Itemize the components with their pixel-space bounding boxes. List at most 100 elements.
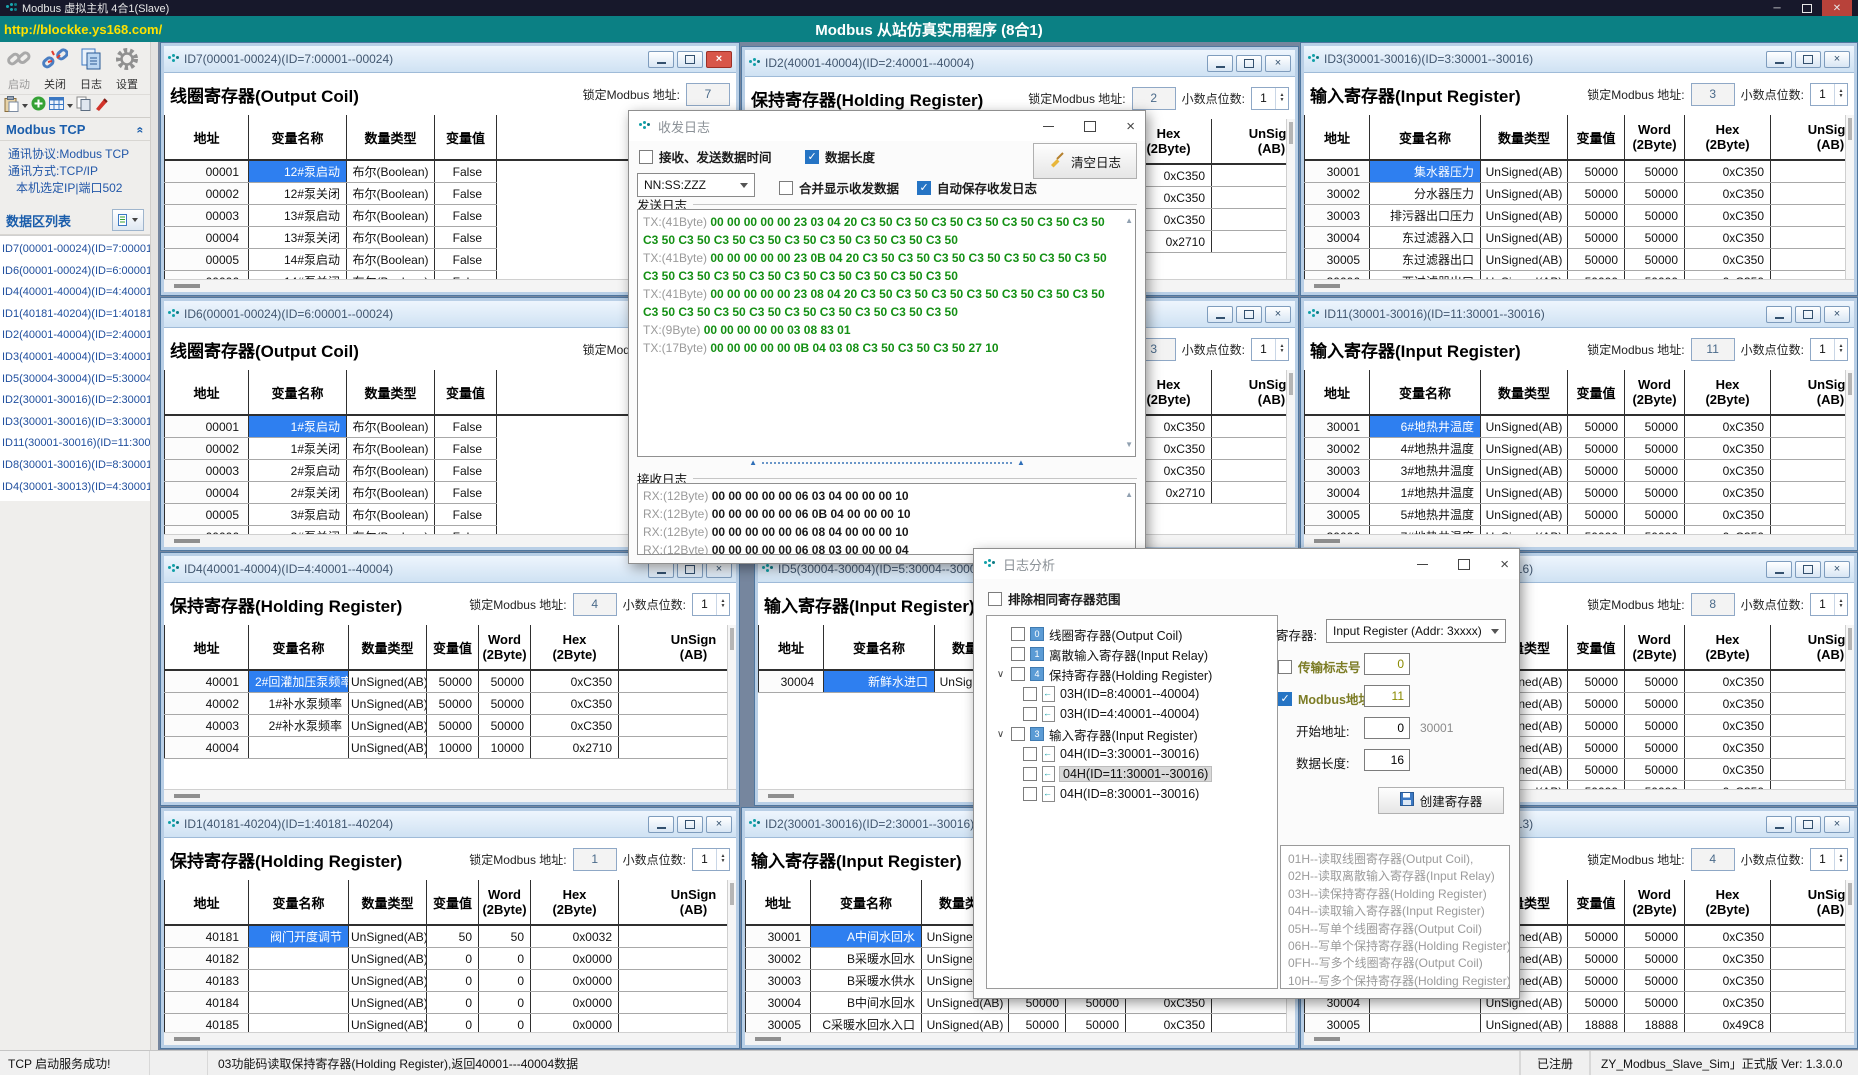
cell-type[interactable]: UnSigned(AB) bbox=[349, 715, 427, 737]
exclude-checkbox[interactable] bbox=[988, 592, 1002, 606]
cell-name[interactable]: 东过滤器入口 bbox=[1370, 227, 1481, 249]
cell-address[interactable]: 00001 bbox=[165, 415, 249, 438]
table-row[interactable]: 30001集水器压力UnSigned(AB)50000500000xC350 bbox=[1305, 160, 1855, 183]
cell-address[interactable]: 30002 bbox=[746, 948, 811, 970]
cell-value[interactable] bbox=[1771, 925, 1855, 948]
cell-name[interactable]: 3#泵启动 bbox=[249, 504, 347, 526]
cell-type[interactable]: 布尔(Boolean) bbox=[347, 482, 435, 504]
cell-name[interactable]: 13#泵启动 bbox=[249, 205, 347, 227]
cell-address[interactable]: 40003 bbox=[165, 715, 249, 737]
cell-value[interactable]: 0xC350 bbox=[1685, 948, 1771, 970]
cell-name[interactable]: 4#地热井温度 bbox=[1370, 438, 1481, 460]
cell-value[interactable]: 50000 bbox=[1625, 249, 1685, 271]
cell-value[interactable] bbox=[1771, 693, 1855, 715]
cell-value[interactable]: 50000 bbox=[1625, 925, 1685, 948]
cell-value[interactable]: 0 bbox=[479, 948, 531, 970]
clear-log-button[interactable]: 清空日志 bbox=[1033, 143, 1137, 179]
cell-value[interactable]: False bbox=[435, 415, 497, 438]
dialog-close-button[interactable]: × bbox=[1126, 119, 1135, 134]
close-button[interactable]: × bbox=[1824, 816, 1850, 833]
cell-name[interactable]: 集水器压力 bbox=[1370, 160, 1481, 183]
cell-value[interactable]: 0x2710 bbox=[531, 737, 619, 759]
data-length-checkbox[interactable] bbox=[805, 150, 819, 164]
cell-name[interactable]: 1#泵启动 bbox=[249, 415, 347, 438]
cell-address[interactable]: 40183 bbox=[165, 970, 249, 992]
cell-value[interactable]: 0 bbox=[479, 992, 531, 1014]
cell-name[interactable]: 13#泵关闭 bbox=[249, 227, 347, 249]
log-splitter[interactable]: ▲ ▲ bbox=[629, 459, 1145, 467]
cell-type[interactable]: UnSigned(AB) bbox=[1481, 482, 1568, 504]
cell-value[interactable]: 0xC350 bbox=[1685, 759, 1771, 781]
decimal-spinner[interactable]: 1▲▼ bbox=[1810, 593, 1848, 616]
cell-value[interactable]: False bbox=[435, 183, 497, 205]
cell-value[interactable]: False bbox=[435, 249, 497, 271]
splitter-left-arrow-icon[interactable]: ▲ bbox=[749, 459, 757, 467]
dialog-minimize-button[interactable] bbox=[1043, 126, 1054, 127]
paste-icon[interactable] bbox=[4, 96, 19, 117]
cell-value[interactable]: 50000 bbox=[1625, 759, 1685, 781]
cell-value[interactable]: 50000 bbox=[1625, 205, 1685, 227]
cell-value[interactable] bbox=[1212, 231, 1296, 253]
tree-checkbox[interactable] bbox=[1011, 627, 1025, 641]
data-area-list-item[interactable]: ID2(30001-30016)(ID=2:30001- bbox=[2, 390, 150, 412]
cell-value[interactable]: 50000 bbox=[479, 693, 531, 715]
cell-value[interactable]: 50000 bbox=[1625, 670, 1685, 693]
paste-dropdown-arrow[interactable] bbox=[22, 104, 28, 108]
table-row[interactable]: 300024#地热井温度UnSigned(AB)50000500000xC350 bbox=[1305, 438, 1855, 460]
cell-name[interactable]: A中间水回水 bbox=[811, 925, 922, 948]
cell-name[interactable] bbox=[249, 737, 349, 759]
spinner-arrows-icon[interactable]: ▲▼ bbox=[1834, 339, 1847, 360]
restore-button[interactable] bbox=[1795, 51, 1821, 68]
cell-value[interactable] bbox=[1771, 992, 1855, 1014]
collapse-chevron-icon[interactable]: « bbox=[134, 126, 148, 133]
cell-value[interactable]: 50000 bbox=[1625, 693, 1685, 715]
cell-type[interactable]: 布尔(Boolean) bbox=[347, 205, 435, 227]
data-area-list-item[interactable]: ID4(30001-30013)(ID=4:30001- bbox=[2, 477, 150, 499]
table-row[interactable]: 30004东过滤器入口UnSigned(AB)50000500000xC350 bbox=[1305, 227, 1855, 249]
cell-type[interactable]: UnSigned(AB) bbox=[349, 992, 427, 1014]
window-titlebar[interactable]: ID7(00001-00024)(ID=7:00001--00024)× bbox=[164, 46, 736, 73]
cell-value[interactable]: 0 bbox=[479, 970, 531, 992]
cell-value[interactable]: 0x0000 bbox=[531, 970, 619, 992]
checkbox-row-modbus-addr[interactable]: Modbus地址 bbox=[1278, 689, 1371, 708]
time-checkbox[interactable] bbox=[639, 150, 653, 164]
modbus-address-field[interactable]: 11 bbox=[1364, 685, 1410, 707]
tree-item[interactable]: 1离散输入寄存器(Input Relay) bbox=[995, 644, 1277, 664]
decimal-spinner[interactable]: 1▲▼ bbox=[1810, 848, 1848, 871]
data-area-list-item[interactable]: ID6(00001-00024)(ID=6:00001- bbox=[2, 261, 150, 283]
cell-name[interactable]: 分水器压力 bbox=[1370, 183, 1481, 205]
tree-item[interactable]: 04H(ID=8:30001--30016) bbox=[995, 784, 1277, 804]
cell-value[interactable]: False bbox=[435, 460, 497, 482]
cell-value[interactable]: False bbox=[435, 438, 497, 460]
cell-address[interactable]: 40001 bbox=[165, 670, 249, 693]
create-register-button[interactable]: 创建寄存器 bbox=[1378, 787, 1504, 814]
cell-value[interactable]: 0xC350 bbox=[1685, 438, 1771, 460]
send-log-box[interactable]: ▲ ▼ TX:(41Byte) 00 00 00 00 00 23 03 04 … bbox=[637, 209, 1136, 457]
cell-type[interactable]: UnSigned(AB) bbox=[1481, 205, 1568, 227]
add-icon[interactable] bbox=[31, 96, 46, 116]
tree-checkbox[interactable] bbox=[1023, 707, 1037, 721]
cell-value[interactable]: 0xC350 bbox=[1685, 925, 1771, 948]
app-maximize-button[interactable] bbox=[1792, 0, 1822, 16]
cell-address[interactable]: 30001 bbox=[1305, 415, 1370, 438]
table-row[interactable]: 400021#补水泵频率UnSigned(AB)50000500000xC350 bbox=[165, 693, 737, 715]
window-titlebar[interactable]: ID11(30001-30016)(ID=11:30001--30016)× bbox=[1304, 301, 1854, 328]
transfer-id-field[interactable]: 0 bbox=[1364, 653, 1410, 675]
cell-value[interactable]: 50000 bbox=[1568, 415, 1625, 438]
spinner-arrows-icon[interactable]: ▲▼ bbox=[1834, 849, 1847, 870]
tree-item[interactable]: ∨4保持寄存器(Holding Register) bbox=[995, 664, 1277, 684]
cell-address[interactable]: 00003 bbox=[165, 460, 249, 482]
data-area-list-item[interactable]: ID5(30004-30004)(ID=5:30004- bbox=[2, 369, 150, 391]
cell-value[interactable]: 50000 bbox=[1625, 482, 1685, 504]
table-row[interactable]: 40181阀门开度调节UnSigned(AB)50500x0032 bbox=[165, 925, 737, 948]
time-format-dropdown[interactable]: NN:SS:ZZZ bbox=[637, 173, 755, 197]
cell-value[interactable]: 50000 bbox=[1625, 460, 1685, 482]
table-dropdown-arrow[interactable] bbox=[67, 104, 73, 108]
cell-type[interactable]: UnSigned(AB) bbox=[349, 670, 427, 693]
tree-checkbox[interactable] bbox=[1023, 747, 1037, 761]
cell-address[interactable]: 40184 bbox=[165, 992, 249, 1014]
decimal-spinner[interactable]: 1▲▼ bbox=[1251, 338, 1289, 361]
scroll-up-icon[interactable]: ▲ bbox=[1125, 212, 1133, 230]
tree-item[interactable]: 03H(ID=8:40001--40004) bbox=[995, 684, 1277, 704]
cell-name[interactable]: B采暖水供水 bbox=[811, 970, 922, 992]
